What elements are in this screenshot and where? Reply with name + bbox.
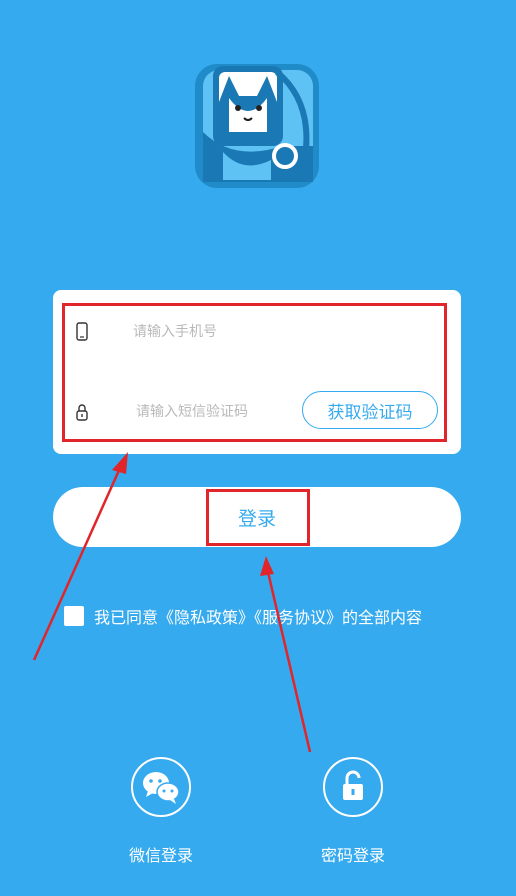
code-field-row: 获取验证码 — [53, 382, 461, 442]
phone-input[interactable] — [133, 322, 433, 342]
login-form-card: 获取验证码 — [53, 290, 461, 454]
wechat-login: 微信登录 — [101, 757, 221, 866]
get-code-button[interactable]: 获取验证码 — [302, 391, 438, 429]
password-login-button[interactable] — [323, 757, 383, 817]
wechat-login-label[interactable]: 微信登录 — [101, 842, 221, 866]
annotation-arrowhead-left — [112, 452, 128, 474]
login-button[interactable]: 登录 — [53, 487, 461, 547]
agreement-text[interactable]: 我已同意《隐私政策》《服务协议》的全部内容 — [94, 604, 422, 628]
sms-code-input[interactable] — [136, 402, 296, 422]
annotation-arrow-right — [266, 571, 312, 753]
lock-icon — [75, 402, 89, 422]
wechat-login-button[interactable] — [131, 757, 191, 817]
annotation-arrowhead-right — [260, 556, 274, 576]
phone-icon — [75, 322, 89, 342]
agreement-row: 我已同意《隐私政策》《服务协议》的全部内容 — [64, 604, 422, 628]
password-login-label[interactable]: 密码登录 — [293, 842, 413, 866]
app-logo — [193, 62, 321, 190]
phone-field-row — [53, 302, 461, 362]
agree-checkbox[interactable] — [64, 606, 84, 626]
password-login: 密码登录 — [293, 757, 413, 866]
